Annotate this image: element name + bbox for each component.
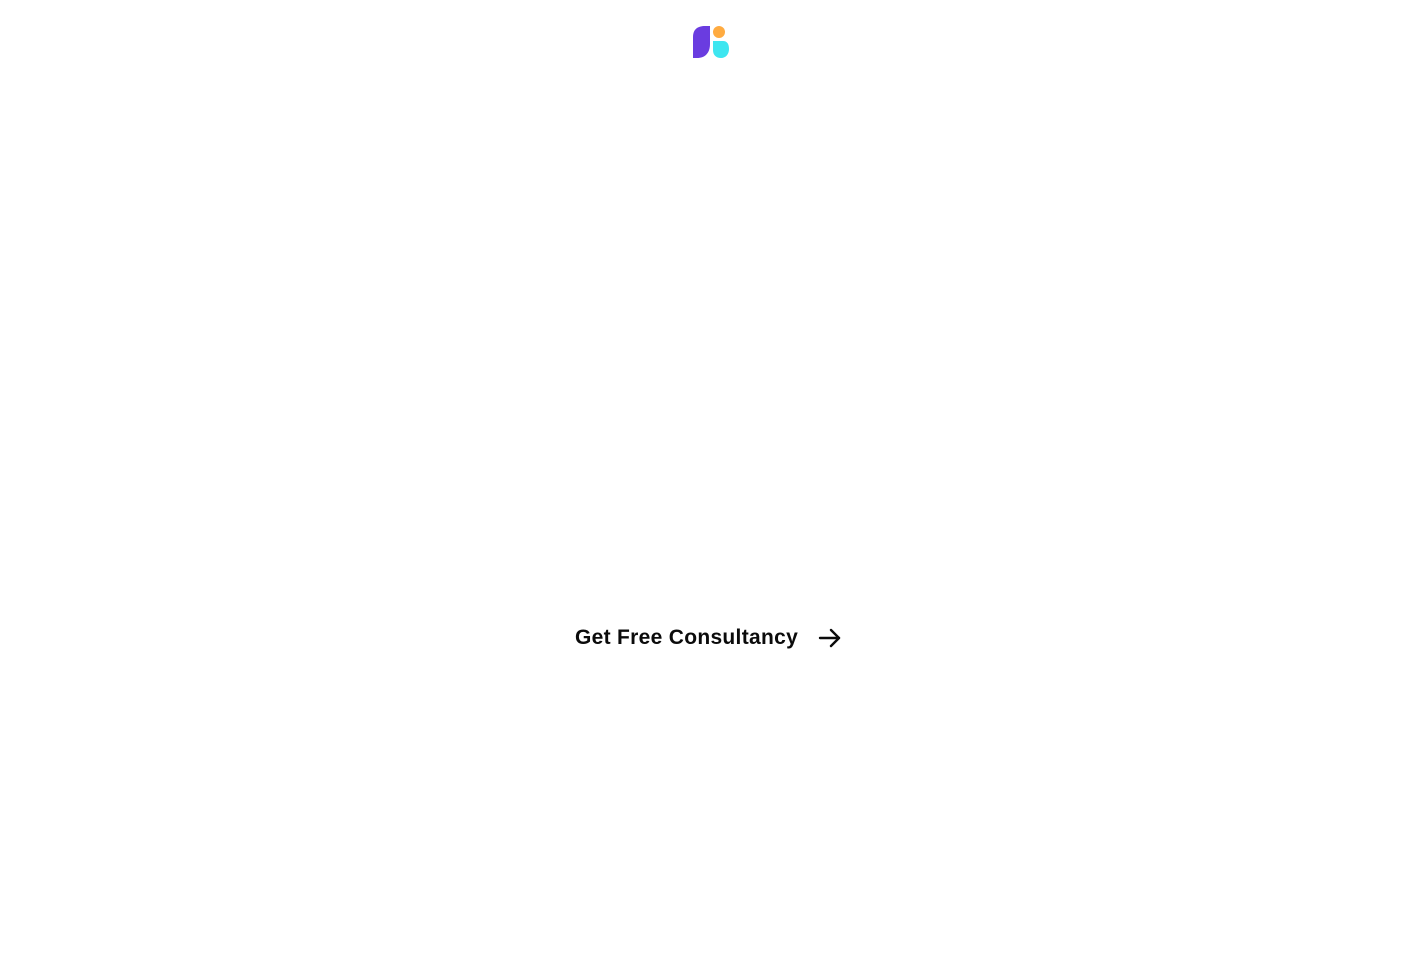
logo-purple-shape [693, 26, 710, 58]
brand-logo-icon[interactable] [693, 25, 731, 59]
cta-label: Get Free Consultancy [575, 626, 799, 649]
logo-cyan-shape [713, 41, 729, 58]
logo-orange-dot [713, 26, 725, 38]
get-free-consultancy-button[interactable]: Get Free Consultancy [575, 622, 842, 654]
brand-logo-svg [693, 26, 729, 58]
arrow-right-icon [818, 626, 842, 650]
page: Get Free Consultancy [0, 0, 1422, 966]
